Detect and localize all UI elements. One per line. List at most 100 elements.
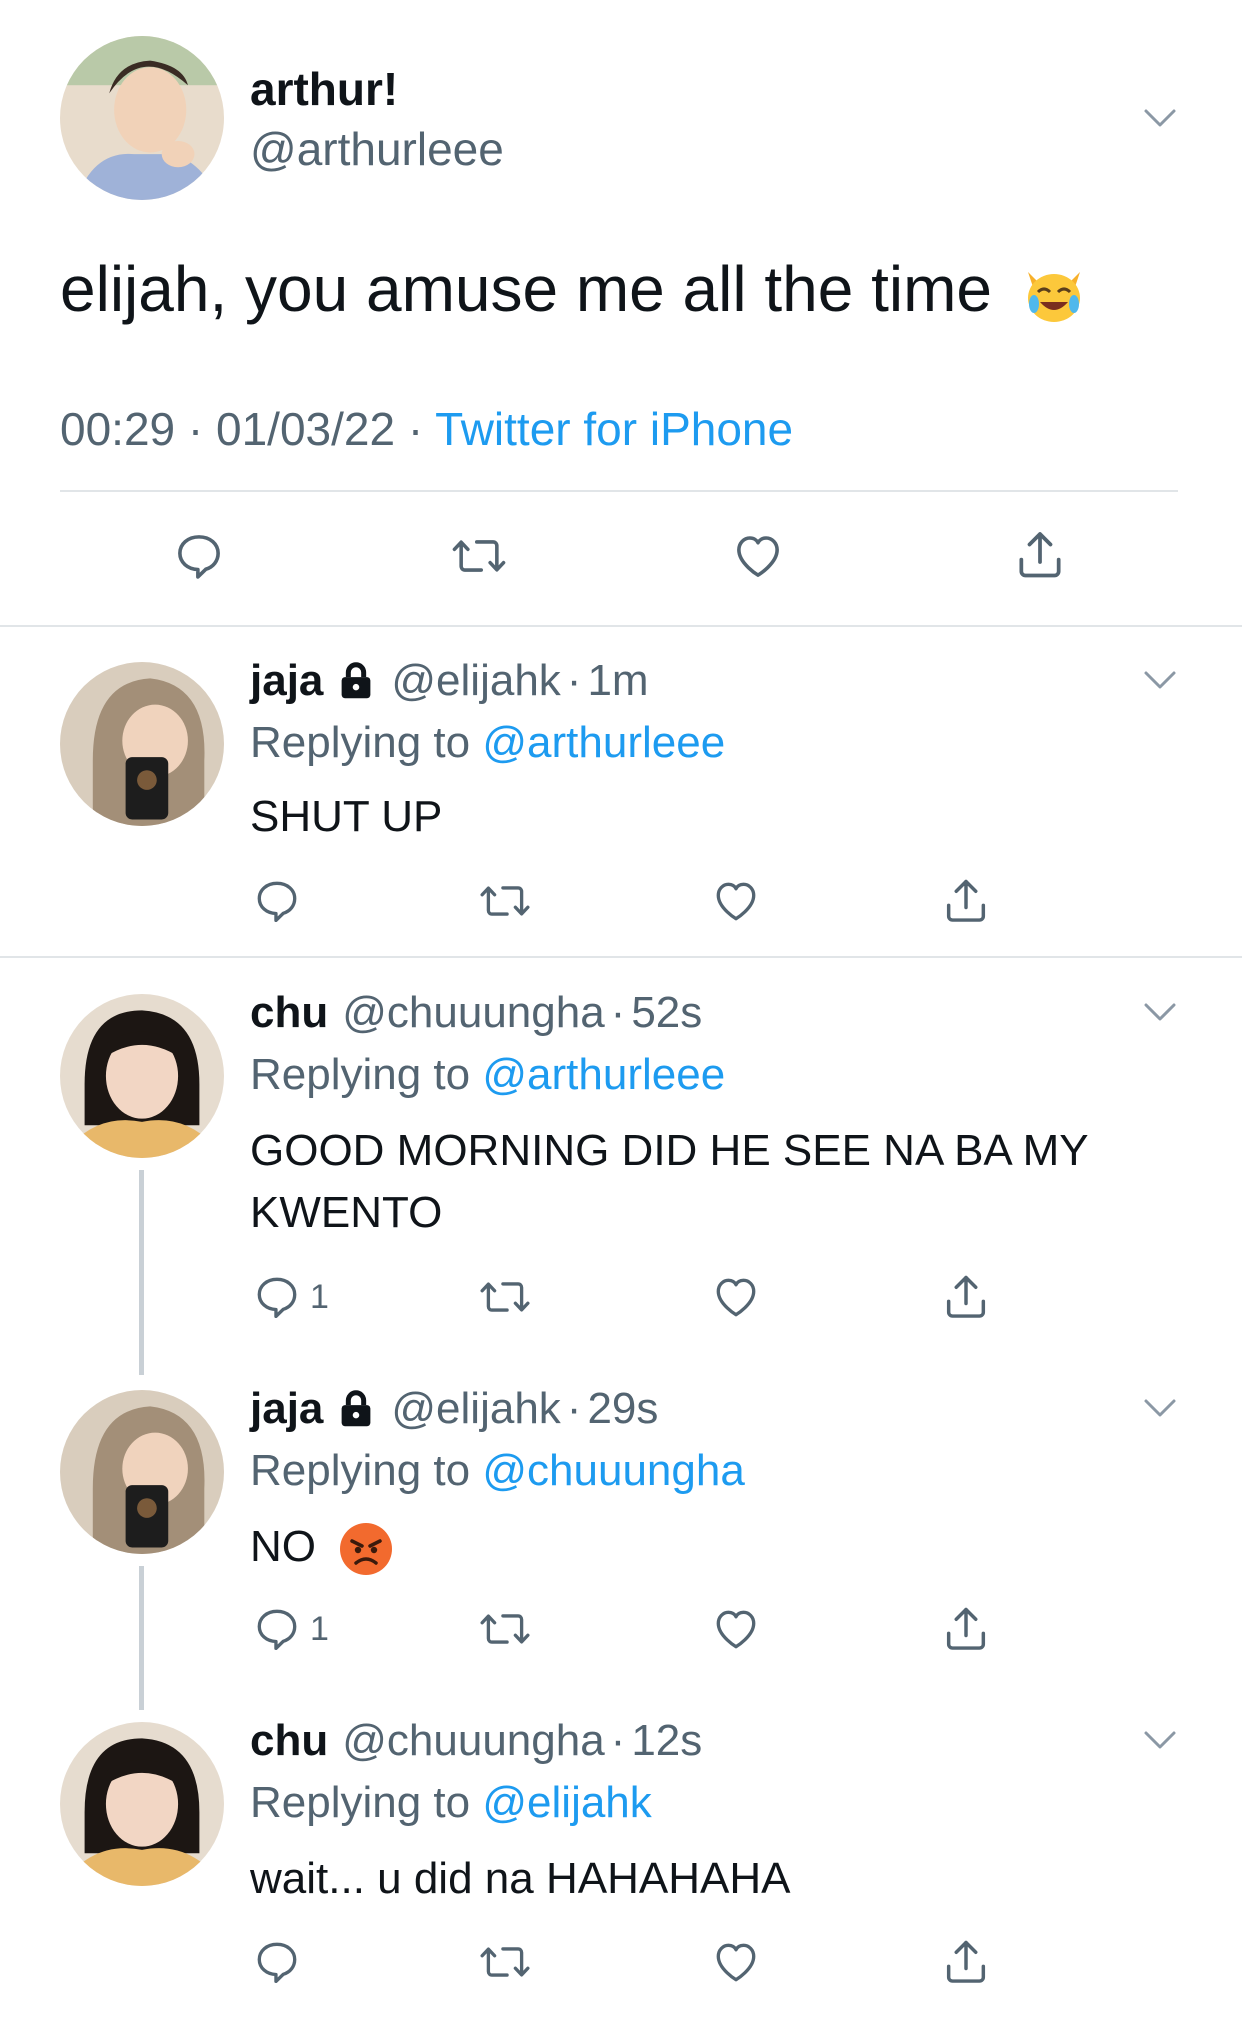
reply-author-name[interactable]: chu — [250, 1716, 328, 1766]
reply-button[interactable] — [252, 876, 310, 926]
speech-bubble-icon — [257, 1609, 297, 1651]
reply-text: wait... u did na HAHAHAHA — [250, 1854, 791, 1903]
tweet-meta: 00:29 · 01/03/22 · Twitter for iPhone — [60, 402, 793, 456]
retweet-icon — [480, 1614, 530, 1644]
thread-line — [139, 1566, 144, 1710]
chevron-down-icon[interactable] — [1140, 1720, 1180, 1760]
reply-avatar[interactable] — [60, 994, 224, 1158]
reply-time: 12s — [631, 1716, 703, 1765]
replying-to-line: Replying to @elijahk — [250, 1778, 652, 1828]
share-button[interactable] — [940, 1935, 992, 1989]
like-button[interactable] — [710, 1604, 762, 1654]
chevron-down-icon[interactable] — [1140, 992, 1180, 1032]
tweet-date: 01/03/22 — [216, 403, 396, 455]
divider — [0, 625, 1242, 627]
avatar-photo-chu — [60, 1722, 224, 1886]
retweet-button[interactable] — [478, 1604, 532, 1654]
reply-button[interactable] — [252, 1937, 310, 1987]
share-button[interactable] — [940, 1270, 992, 1324]
chevron-down-icon[interactable] — [1140, 660, 1180, 700]
tweet-source-link[interactable]: Twitter for iPhone — [435, 403, 793, 455]
replying-to-prefix: Replying to — [250, 1778, 471, 1827]
speech-bubble-icon — [178, 535, 220, 579]
reply-avatar[interactable] — [60, 662, 224, 826]
heart-icon — [716, 1278, 756, 1317]
replying-to-handle[interactable]: @elijahk — [482, 1778, 651, 1827]
reply-time: 1m — [587, 656, 649, 705]
divider — [0, 956, 1242, 958]
speech-bubble-icon — [257, 881, 297, 923]
heart-icon — [737, 536, 779, 577]
reply-author-name[interactable]: jaja — [250, 656, 323, 706]
retweet-icon — [452, 540, 506, 572]
like-button[interactable] — [710, 1272, 762, 1322]
reply-author-handle[interactable]: @chuuungha — [342, 1716, 604, 1766]
reply-button[interactable]: 1 — [252, 1604, 329, 1654]
replying-to-handle[interactable]: @chuuungha — [482, 1446, 744, 1495]
reply-author-name[interactable]: jaja — [250, 1384, 323, 1434]
author-handle[interactable]: @arthurleee — [250, 122, 504, 176]
share-icon — [946, 879, 986, 922]
replying-to-handle[interactable]: @arthurleee — [482, 718, 725, 767]
author-name[interactable]: arthur! — [250, 62, 398, 116]
share-button[interactable] — [1012, 526, 1068, 584]
crying-laughing-cat-icon — [1020, 260, 1088, 328]
reply-author-handle[interactable]: @elijahk — [391, 1384, 560, 1434]
share-button[interactable] — [940, 1602, 992, 1656]
reply-avatar[interactable] — [60, 1390, 224, 1554]
share-button[interactable] — [940, 874, 992, 928]
reply-button[interactable]: 1 — [252, 1272, 329, 1322]
reply-time: 29s — [587, 1384, 659, 1433]
chevron-down-icon[interactable] — [1140, 98, 1180, 138]
retweet-button[interactable] — [478, 1272, 532, 1322]
like-button[interactable] — [710, 876, 762, 926]
share-icon — [946, 1607, 986, 1650]
reply-count: 1 — [310, 1277, 329, 1316]
heart-icon — [716, 1943, 756, 1982]
author-avatar[interactable] — [60, 36, 224, 200]
lock-icon — [333, 658, 379, 704]
heart-icon — [716, 882, 756, 921]
like-button[interactable] — [710, 1937, 762, 1987]
heart-icon — [716, 1610, 756, 1649]
reply-author-handle[interactable]: @elijahk — [391, 656, 560, 706]
retweet-button[interactable] — [478, 876, 532, 926]
reply-text: SHUT UP — [250, 792, 443, 841]
speech-bubble-icon — [257, 1942, 297, 1984]
retweet-button[interactable] — [450, 529, 508, 583]
lock-icon — [333, 1386, 379, 1432]
chevron-down-icon[interactable] — [1140, 1388, 1180, 1428]
thread-line — [139, 1170, 144, 1375]
retweet-icon — [480, 1282, 530, 1312]
reply-text: NO — [250, 1516, 1150, 1578]
reply-header: jaja @elijahk · 29s — [250, 1384, 658, 1434]
reply-author-name[interactable]: chu — [250, 988, 328, 1038]
reply-header: chu @chuuungha · 52s — [250, 988, 702, 1038]
angry-face-icon — [338, 1521, 394, 1577]
avatar-photo-jaja — [60, 662, 224, 826]
speech-bubble-icon — [257, 1277, 297, 1319]
reply-button[interactable] — [172, 529, 226, 583]
tweet-text: elijah, you amuse me all the time — [60, 252, 1088, 328]
replying-to-handle[interactable]: @arthurleee — [482, 1050, 725, 1099]
divider — [60, 490, 1178, 492]
retweet-icon — [480, 886, 530, 916]
reply-text-content: NO — [250, 1522, 316, 1571]
avatar-photo-chu — [60, 994, 224, 1158]
replying-to-prefix: Replying to — [250, 1446, 471, 1495]
meta-separator: · — [187, 403, 204, 455]
replying-to-prefix: Replying to — [250, 718, 471, 767]
replying-to-line: Replying to @arthurleee — [250, 1050, 725, 1100]
header-dot: · — [566, 656, 582, 705]
header-dot: · — [610, 1716, 626, 1765]
replying-to-line: Replying to @arthurleee — [250, 718, 725, 768]
retweet-button[interactable] — [478, 1937, 532, 1987]
reply-avatar[interactable] — [60, 1722, 224, 1886]
reply-header: chu @chuuungha · 12s — [250, 1716, 702, 1766]
reply-author-handle[interactable]: @chuuungha — [342, 988, 604, 1038]
replying-to-prefix: Replying to — [250, 1050, 471, 1099]
reply-time: 52s — [631, 988, 703, 1037]
share-icon — [1019, 532, 1061, 578]
share-icon — [946, 1275, 986, 1318]
like-button[interactable] — [730, 529, 786, 583]
